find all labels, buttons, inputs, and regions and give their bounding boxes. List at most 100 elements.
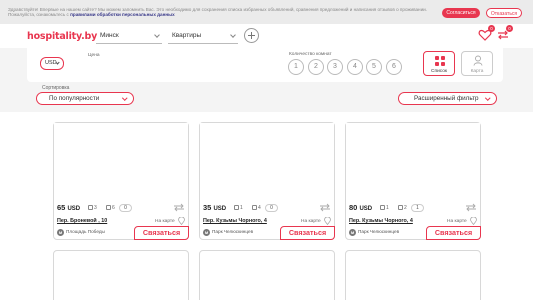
listing-card[interactable]	[53, 250, 189, 300]
view-map-button[interactable]: Карта	[461, 51, 493, 76]
rooms-count: 1	[240, 205, 243, 211]
chevron-down-icon	[55, 60, 60, 65]
chevron-down-icon	[484, 95, 490, 101]
header: hospitality.by Минск Квартиры	[0, 24, 533, 48]
room-option-5[interactable]: 5	[366, 59, 382, 75]
map-pin-icon[interactable]	[178, 216, 185, 226]
sort-select[interactable]: По популярности	[36, 92, 134, 105]
sort-label: Сортировка	[42, 85, 70, 91]
beds-stat: 6	[106, 204, 115, 212]
map-pin-icon[interactable]	[470, 216, 477, 226]
metro-name: Парк Челюскинцев	[212, 229, 254, 234]
listing-card[interactable]: 80 USD 1 2 1 Пер. Кузьмы Чорного, 4 На к…	[345, 122, 481, 240]
beds-stat: 4	[252, 204, 261, 212]
map-pin-icon[interactable]	[324, 216, 331, 226]
price-currency: USD	[213, 206, 227, 212]
rooms-icon	[88, 204, 93, 210]
view-map-label: Карта	[470, 69, 484, 74]
beds-stat: 2	[398, 204, 407, 212]
beds-count: 4	[258, 205, 261, 211]
privacy-policy-link[interactable]: правилами обработки персональных данных	[70, 12, 175, 17]
listing-card[interactable]	[345, 250, 481, 300]
metro-icon: M	[57, 229, 64, 236]
metro-name: Парк Челюскинцев	[358, 229, 400, 234]
room-option-6[interactable]: 6	[386, 59, 402, 75]
bed-icon	[252, 204, 257, 210]
property-type-select[interactable]: Квартиры	[168, 28, 238, 44]
listing-photo[interactable]	[54, 123, 188, 199]
metro-icon: M	[349, 229, 356, 236]
views-count: 1	[411, 204, 424, 212]
rooms-stat: 1	[234, 204, 243, 212]
chevron-down-icon	[154, 32, 160, 38]
chevron-down-icon	[230, 32, 236, 38]
extended-filter-label: Расширенный фильтр	[414, 95, 479, 102]
views-count: 0	[119, 204, 132, 212]
currency-value: USD	[45, 60, 57, 66]
compare-icon[interactable]	[319, 203, 331, 212]
chevron-down-icon	[121, 95, 127, 101]
listing-street[interactable]: Пер. Кузьмы Чорного, 4	[349, 218, 413, 224]
beds-count: 6	[112, 205, 115, 211]
rooms-label: Количество комнат	[289, 52, 332, 57]
listing-card[interactable]	[199, 250, 335, 300]
listing-price: 65 USD	[57, 203, 80, 212]
price-value: 35	[203, 203, 212, 212]
price-value: 65	[57, 203, 66, 212]
city-select[interactable]: Минск	[96, 28, 162, 44]
compare-icon[interactable]	[173, 203, 185, 212]
metro-station: M Парк Челюскинцев	[203, 229, 253, 236]
metro-name: Площадь Победы	[66, 229, 105, 234]
view-list-label: Список	[431, 69, 447, 74]
views-count: 0	[265, 204, 278, 212]
filter-panel: Цена USD Количество комнат 1 2 3 4 5 6 С…	[27, 48, 503, 82]
contact-button[interactable]: Связаться	[280, 226, 335, 240]
metro-station: M Парк Челюскинцев	[349, 229, 399, 236]
decline-button[interactable]: Отказаться	[486, 8, 522, 18]
listing-photo[interactable]	[200, 123, 334, 199]
listing-street[interactable]: Пер. Кузьмы Чорного, 4	[203, 218, 267, 224]
logo[interactable]: hospitality.by	[27, 31, 97, 42]
agree-button[interactable]: Согласиться	[442, 8, 480, 18]
rooms-stat: 3	[88, 204, 97, 212]
price-label: Цена	[88, 53, 100, 58]
metro-icon: M	[203, 229, 210, 236]
compare-icon[interactable]	[465, 203, 477, 212]
property-type-value: Квартиры	[172, 32, 202, 39]
listing-price: 80 USD	[349, 203, 372, 212]
room-option-3[interactable]: 3	[327, 59, 343, 75]
listing-price: 35 USD	[203, 203, 226, 212]
view-list-button[interactable]: Список	[423, 51, 455, 76]
currency-select[interactable]: USD	[40, 57, 64, 70]
price-value: 80	[349, 203, 358, 212]
bed-icon	[106, 204, 111, 210]
contact-button[interactable]: Связаться	[426, 226, 481, 240]
grid-icon	[435, 56, 445, 66]
price-currency: USD	[67, 206, 81, 212]
compare-count-badge: 0	[506, 25, 513, 32]
contact-button[interactable]: Связаться	[134, 226, 189, 240]
cookie-banner: Здравствуйте! Впервые на нашем сайте? Мы…	[0, 0, 533, 24]
sort-value: По популярности	[49, 95, 100, 102]
compare-icon[interactable]: 0	[496, 25, 513, 42]
on-map-link[interactable]: На карте	[155, 219, 175, 224]
listing-card[interactable]: 65 USD 3 6 0 Пер. Броневой , 10 На карте…	[53, 122, 189, 240]
room-option-1[interactable]: 1	[288, 59, 304, 75]
metro-station: M Площадь Победы	[57, 229, 105, 236]
price-currency: USD	[359, 206, 373, 212]
rooms-icon	[234, 204, 239, 210]
listing-card[interactable]: 35 USD 1 4 0 Пер. Кузьмы Чорного, 4 На к…	[199, 122, 335, 240]
extended-filter-button[interactable]: Расширенный фильтр	[398, 92, 497, 105]
listings-area: 65 USD 3 6 0 Пер. Броневой , 10 На карте…	[0, 112, 533, 300]
room-option-4[interactable]: 4	[347, 59, 363, 75]
listing-street[interactable]: Пер. Броневой , 10	[57, 218, 107, 224]
favorites-icon[interactable]: 0	[478, 25, 495, 42]
add-listing-button[interactable]	[244, 28, 259, 43]
listing-photo[interactable]	[346, 123, 480, 199]
on-map-link[interactable]: На карте	[447, 219, 467, 224]
city-value: Минск	[100, 32, 119, 39]
room-option-2[interactable]: 2	[308, 59, 324, 75]
rooms-stat: 1	[380, 204, 389, 212]
cookie-text: Здравствуйте! Впервые на нашем сайте? Мы…	[8, 7, 428, 17]
on-map-link[interactable]: На карте	[301, 219, 321, 224]
